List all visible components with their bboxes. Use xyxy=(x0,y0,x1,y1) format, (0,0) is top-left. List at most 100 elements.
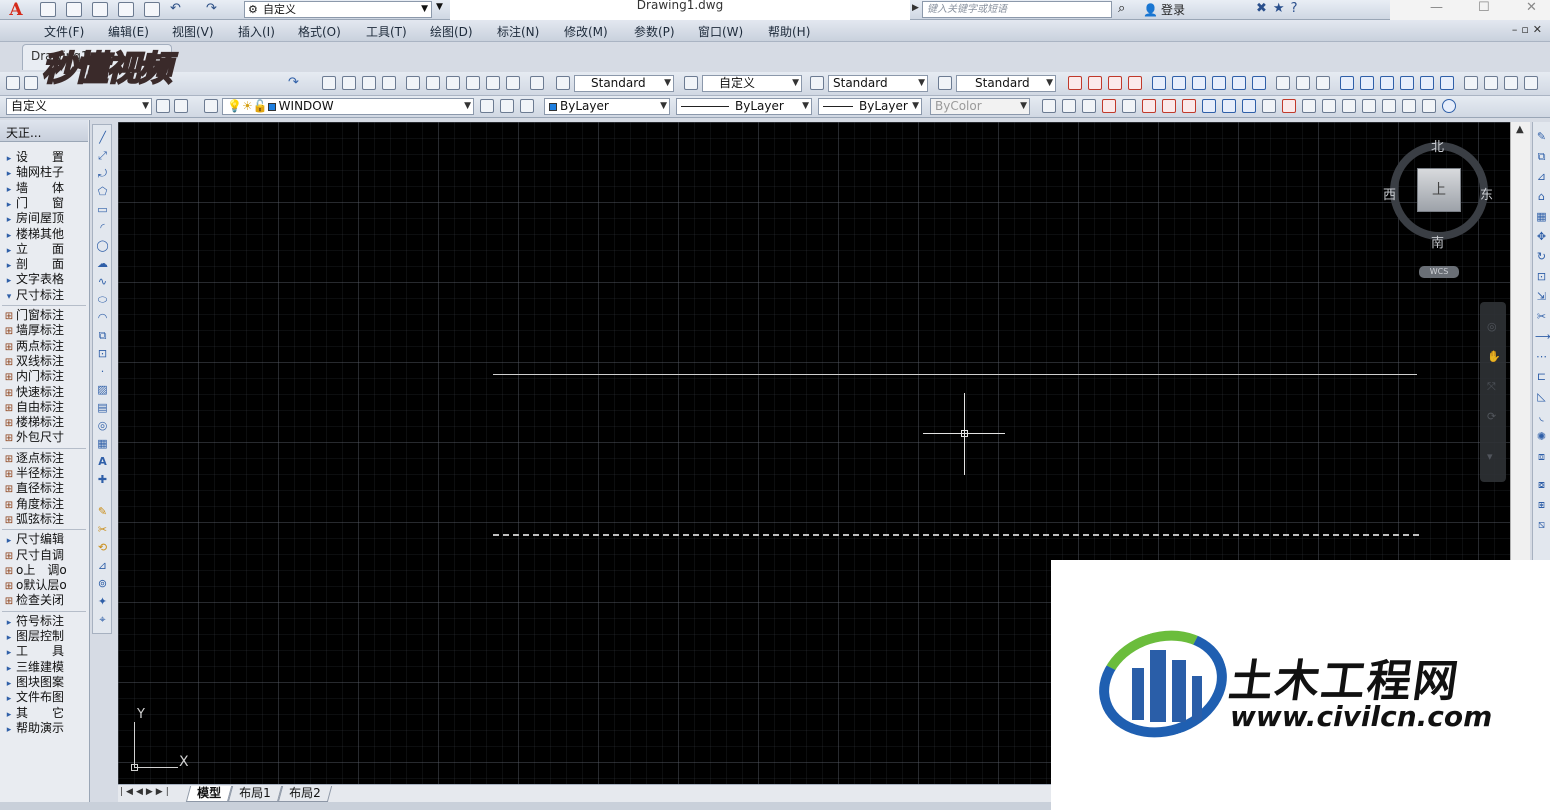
tz-menu-item[interactable]: ⊞ 自由标注 xyxy=(2,400,88,415)
zoom-previous-icon[interactable] xyxy=(382,76,396,90)
extend-icon[interactable]: ⟶ xyxy=(1535,330,1550,343)
make-current-icon[interactable] xyxy=(480,99,494,113)
search-expand-icon[interactable]: ▶ xyxy=(912,3,919,13)
stretch-icon[interactable]: ⇲ xyxy=(1535,290,1548,303)
tab-layout2[interactable]: 布局2 xyxy=(277,786,332,802)
tz-menu-item[interactable]: ▸ 三维建模 xyxy=(2,660,88,675)
tz-dim3-icon[interactable] xyxy=(1192,76,1206,90)
wcs-menu[interactable]: WCS xyxy=(1419,266,1459,278)
tz-b1-icon[interactable] xyxy=(1042,99,1056,113)
menu-draw[interactable]: 绘图(D) xyxy=(430,23,473,40)
tz-menu-item[interactable]: ▸ 剖 面 xyxy=(2,257,88,272)
tz-menu-item[interactable]: ⊞ 半径标注 xyxy=(2,466,88,481)
spline-icon[interactable]: ∿ xyxy=(96,275,109,288)
tz-menu-item[interactable]: ▸ 墙 体 xyxy=(2,181,88,196)
tz-b20-icon[interactable] xyxy=(1422,99,1436,113)
menu-parametric[interactable]: 参数(P) xyxy=(634,23,675,40)
modify-7-icon[interactable]: ⌖ xyxy=(96,613,109,626)
tz-menu-item[interactable]: ⊞ 角度标注 xyxy=(2,497,88,512)
tz-menu-item[interactable]: ⊞ 检查关闭 xyxy=(2,593,88,608)
tz-menu-item[interactable]: ▸ 符号标注 xyxy=(2,614,88,629)
tz-dim2-icon[interactable] xyxy=(1172,76,1186,90)
mtext-icon[interactable]: A xyxy=(96,455,109,468)
vertical-scrollbar[interactable]: ▲ xyxy=(1510,122,1530,560)
tz-tool4-icon[interactable] xyxy=(1524,76,1538,90)
star-icon[interactable]: ★ xyxy=(1273,1,1291,16)
zoom-extents-icon[interactable]: ⤧ xyxy=(1487,380,1496,394)
menu-window[interactable]: 窗口(W) xyxy=(698,23,743,40)
draworder-icon[interactable]: ⧈ xyxy=(1535,450,1548,463)
redo-tb-icon[interactable]: ↷ xyxy=(288,75,299,90)
undo-icon[interactable]: ↶ xyxy=(170,1,181,16)
add-selected-icon[interactable]: ✚ xyxy=(96,473,109,486)
line-icon[interactable]: ╱ xyxy=(96,131,109,144)
properties-icon[interactable] xyxy=(406,76,420,90)
tz-menu-item[interactable]: ⊞ 尺寸自调 xyxy=(2,548,88,563)
table-icon[interactable]: ▦ xyxy=(96,437,109,450)
viewcube-south[interactable]: 南 xyxy=(1431,232,1444,251)
navbar-menu-icon[interactable]: ▾ xyxy=(1487,450,1493,463)
fillet-icon[interactable]: ◟ xyxy=(1535,410,1548,423)
markup-icon[interactable] xyxy=(486,76,500,90)
help-tb-icon[interactable] xyxy=(530,76,544,90)
menu-insert[interactable]: 插入(I) xyxy=(238,23,275,40)
save-as-icon[interactable] xyxy=(118,2,134,17)
polygon-icon[interactable]: ⬠ xyxy=(96,185,109,198)
binoculars-icon[interactable]: ⌕ xyxy=(1118,1,1125,16)
polyline-icon[interactable]: ⤾ xyxy=(96,167,109,180)
table-style-select[interactable]: Standard ▼ xyxy=(828,75,928,92)
tz-sym4-icon[interactable] xyxy=(1400,76,1414,90)
open-file-icon[interactable] xyxy=(66,2,82,17)
viewcube-face[interactable]: 上 xyxy=(1417,168,1461,212)
zoom-realtime-icon[interactable] xyxy=(342,76,356,90)
help-icon[interactable]: ? xyxy=(1291,1,1304,16)
workspace-settings-icon[interactable] xyxy=(156,99,170,113)
open-icon[interactable] xyxy=(24,76,38,90)
tz-menu-item[interactable]: ⊞ o默认层o xyxy=(2,578,88,593)
explode-icon[interactable]: ✺ xyxy=(1535,430,1548,443)
tz-dim6-icon[interactable] xyxy=(1252,76,1266,90)
tab-layout1[interactable]: 布局1 xyxy=(227,786,282,802)
draworder2-icon[interactable]: ⧇ xyxy=(1535,478,1548,491)
tz-b15-icon[interactable] xyxy=(1322,99,1336,113)
tz-b17-icon[interactable] xyxy=(1362,99,1376,113)
ellipse-arc-icon[interactable]: ◠ xyxy=(96,311,109,324)
tz-menu-item[interactable]: ⊞ o上 调o xyxy=(2,563,88,578)
table-style-icon[interactable] xyxy=(810,76,824,90)
search-input[interactable]: 键入关键字或短语 xyxy=(922,1,1112,18)
tz-sym3-icon[interactable] xyxy=(1380,76,1394,90)
gradient-icon[interactable]: ▤ xyxy=(96,401,109,414)
tz-menu-item[interactable]: ▸ 文字表格 xyxy=(2,272,88,287)
viewcube-east[interactable]: 东 xyxy=(1480,184,1493,203)
pan-icon[interactable] xyxy=(322,76,336,90)
menu-file[interactable]: 文件(F) xyxy=(44,23,84,40)
tz-b7-icon[interactable] xyxy=(1162,99,1176,113)
tz-axis-icon[interactable] xyxy=(1088,76,1102,90)
modify-6-icon[interactable]: ✦ xyxy=(96,595,109,608)
tz-column-icon[interactable] xyxy=(1108,76,1122,90)
tz-text-icon[interactable] xyxy=(1276,76,1290,90)
workspace-save-icon[interactable] xyxy=(174,99,188,113)
move-icon[interactable]: ✥ xyxy=(1535,230,1548,243)
lineweight-select[interactable]: ByLayer ▼ xyxy=(818,98,922,115)
break-icon[interactable]: ⋯ xyxy=(1535,350,1548,363)
modify-5-icon[interactable]: ⊚ xyxy=(96,577,109,590)
linetype-select[interactable]: ByLayer ▼ xyxy=(676,98,812,115)
tz-tool3-icon[interactable] xyxy=(1504,76,1518,90)
multileader-style-icon[interactable] xyxy=(938,76,952,90)
zoom-window-icon[interactable] xyxy=(362,76,376,90)
tz-b16-icon[interactable] xyxy=(1342,99,1356,113)
application-menu-icon[interactable]: A xyxy=(2,0,30,20)
color-select[interactable]: ByLayer ▼ xyxy=(544,98,670,115)
new-file-icon[interactable] xyxy=(40,2,56,17)
tz-sym6-icon[interactable] xyxy=(1440,76,1454,90)
erase-icon[interactable]: ✎ xyxy=(1535,130,1548,143)
qnew-icon[interactable] xyxy=(6,76,20,90)
array-icon[interactable]: ▦ xyxy=(1535,210,1548,223)
tz-sym2-icon[interactable] xyxy=(1360,76,1374,90)
menu-format[interactable]: 格式(O) xyxy=(298,23,341,40)
tz-b13-icon[interactable] xyxy=(1282,99,1296,113)
tz-grid-icon[interactable] xyxy=(1068,76,1082,90)
tz-menu-item[interactable]: ▸ 轴网柱子 xyxy=(2,165,88,180)
tz-dim4-icon[interactable] xyxy=(1212,76,1226,90)
